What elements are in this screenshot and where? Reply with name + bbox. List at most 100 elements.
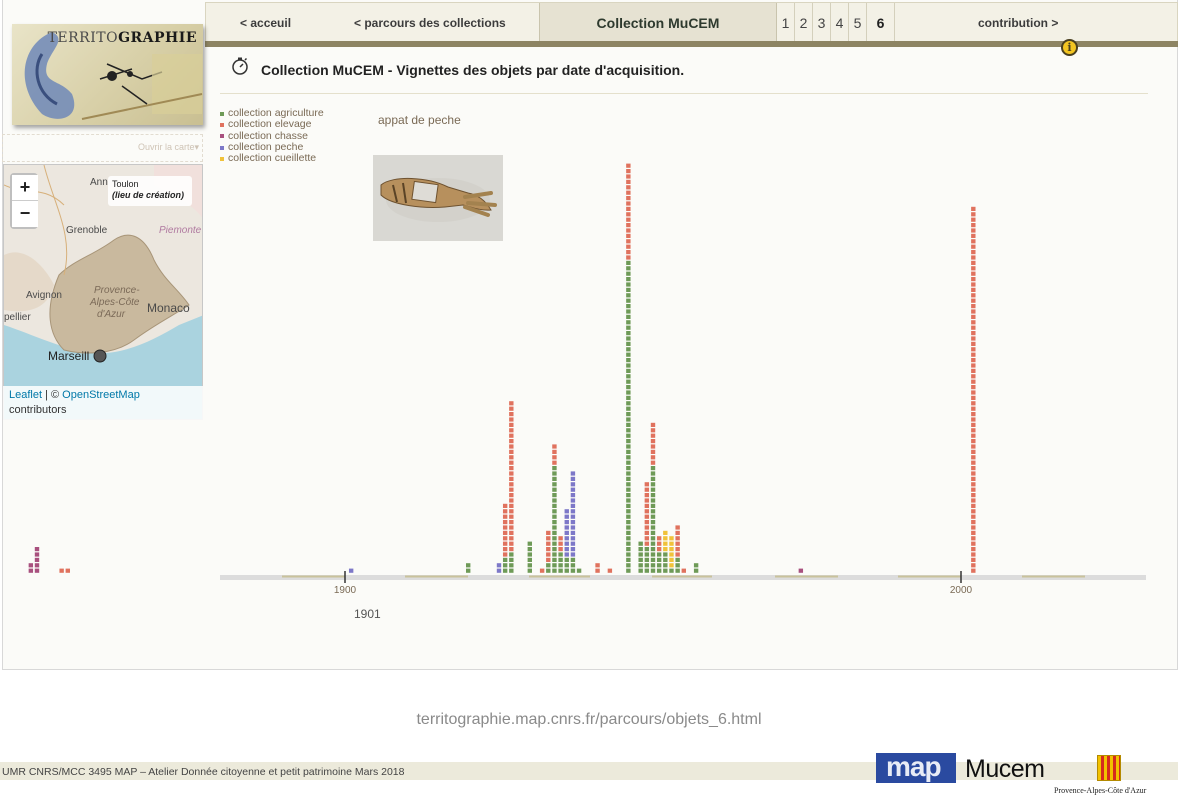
object-square	[971, 298, 976, 303]
object-square	[971, 568, 976, 573]
object-square	[626, 304, 631, 309]
object-square	[626, 255, 631, 260]
object-square	[28, 563, 34, 568]
object-square	[971, 228, 976, 233]
object-square	[552, 525, 557, 530]
x-axis-decade-segment	[405, 575, 468, 578]
x-axis-decade-segment	[529, 575, 590, 578]
map-lab-logo: map	[876, 751, 956, 783]
object-square	[626, 541, 631, 546]
object-square	[669, 563, 674, 568]
object-square	[971, 331, 976, 336]
object-square	[971, 217, 976, 222]
object-square	[644, 552, 650, 557]
object-square	[626, 525, 631, 530]
object-square	[570, 563, 576, 568]
object-square	[626, 233, 631, 238]
object-square	[650, 487, 656, 492]
object-square	[626, 212, 631, 217]
object-square	[626, 552, 631, 557]
object-square	[656, 547, 662, 552]
object-square	[502, 503, 508, 508]
object-square	[798, 568, 804, 573]
object-square	[669, 541, 674, 546]
object-square	[570, 536, 576, 541]
object-square	[663, 552, 668, 557]
object-square	[971, 503, 976, 508]
object-square	[626, 476, 631, 481]
object-square	[509, 401, 514, 406]
object-square	[570, 568, 576, 573]
object-square	[626, 466, 631, 471]
object-square	[576, 568, 582, 573]
object-square	[552, 557, 557, 562]
object-square	[650, 514, 656, 519]
object-square	[564, 557, 569, 562]
region-paca-label: Provence-Alpes-Côte d'Azur	[1054, 786, 1147, 795]
object-square	[509, 444, 514, 449]
object-square	[971, 358, 976, 363]
object-square	[971, 417, 976, 422]
object-square	[502, 509, 508, 514]
object-square	[509, 439, 514, 444]
object-square	[638, 541, 643, 546]
object-square	[971, 471, 976, 476]
object-square	[564, 552, 569, 557]
object-square	[626, 487, 631, 492]
object-square	[971, 325, 976, 330]
object-square	[626, 287, 631, 292]
object-square	[626, 336, 631, 341]
object-square	[650, 541, 656, 546]
object-square	[564, 514, 569, 519]
object-square	[971, 482, 976, 487]
object-square	[971, 428, 976, 433]
object-square	[656, 541, 662, 546]
object-square	[626, 320, 631, 325]
object-square	[626, 460, 631, 465]
object-square	[971, 541, 976, 546]
object-square	[564, 568, 569, 573]
object-square	[971, 455, 976, 460]
object-square	[650, 509, 656, 514]
object-square	[650, 444, 656, 449]
object-square	[626, 358, 631, 363]
object-square	[595, 563, 600, 568]
object-square	[656, 563, 662, 568]
object-square	[971, 520, 976, 525]
object-square	[650, 568, 656, 573]
object-square	[496, 568, 502, 573]
x-axis-decade-segment	[1022, 575, 1085, 578]
object-square	[626, 395, 631, 400]
object-square	[663, 541, 668, 546]
object-square	[650, 525, 656, 530]
object-square	[509, 422, 514, 427]
object-square	[626, 260, 631, 265]
object-square	[650, 547, 656, 552]
object-square	[527, 541, 532, 546]
object-square	[971, 412, 976, 417]
object-square	[644, 498, 650, 503]
object-square	[626, 239, 631, 244]
object-square	[509, 568, 514, 573]
object-square	[626, 368, 631, 373]
object-square	[626, 363, 631, 368]
object-square	[971, 449, 976, 454]
object-square	[502, 536, 508, 541]
object-square	[570, 520, 576, 525]
object-square	[644, 536, 650, 541]
object-square	[650, 476, 656, 481]
object-square	[638, 557, 643, 562]
object-square	[570, 509, 576, 514]
object-square	[546, 541, 551, 546]
object-square	[546, 552, 551, 557]
page-url: territographie.map.cnrs.fr/parcours/obje…	[416, 711, 762, 728]
object-square	[971, 395, 976, 400]
object-square	[626, 422, 631, 427]
object-square	[509, 455, 514, 460]
footer-credits: UMR CNRS/MCC 3495 MAP – Atelier Donnée c…	[2, 766, 405, 778]
object-square	[552, 536, 557, 541]
object-square	[570, 557, 576, 562]
object-square	[971, 304, 976, 309]
object-square	[570, 498, 576, 503]
object-square	[558, 536, 563, 541]
